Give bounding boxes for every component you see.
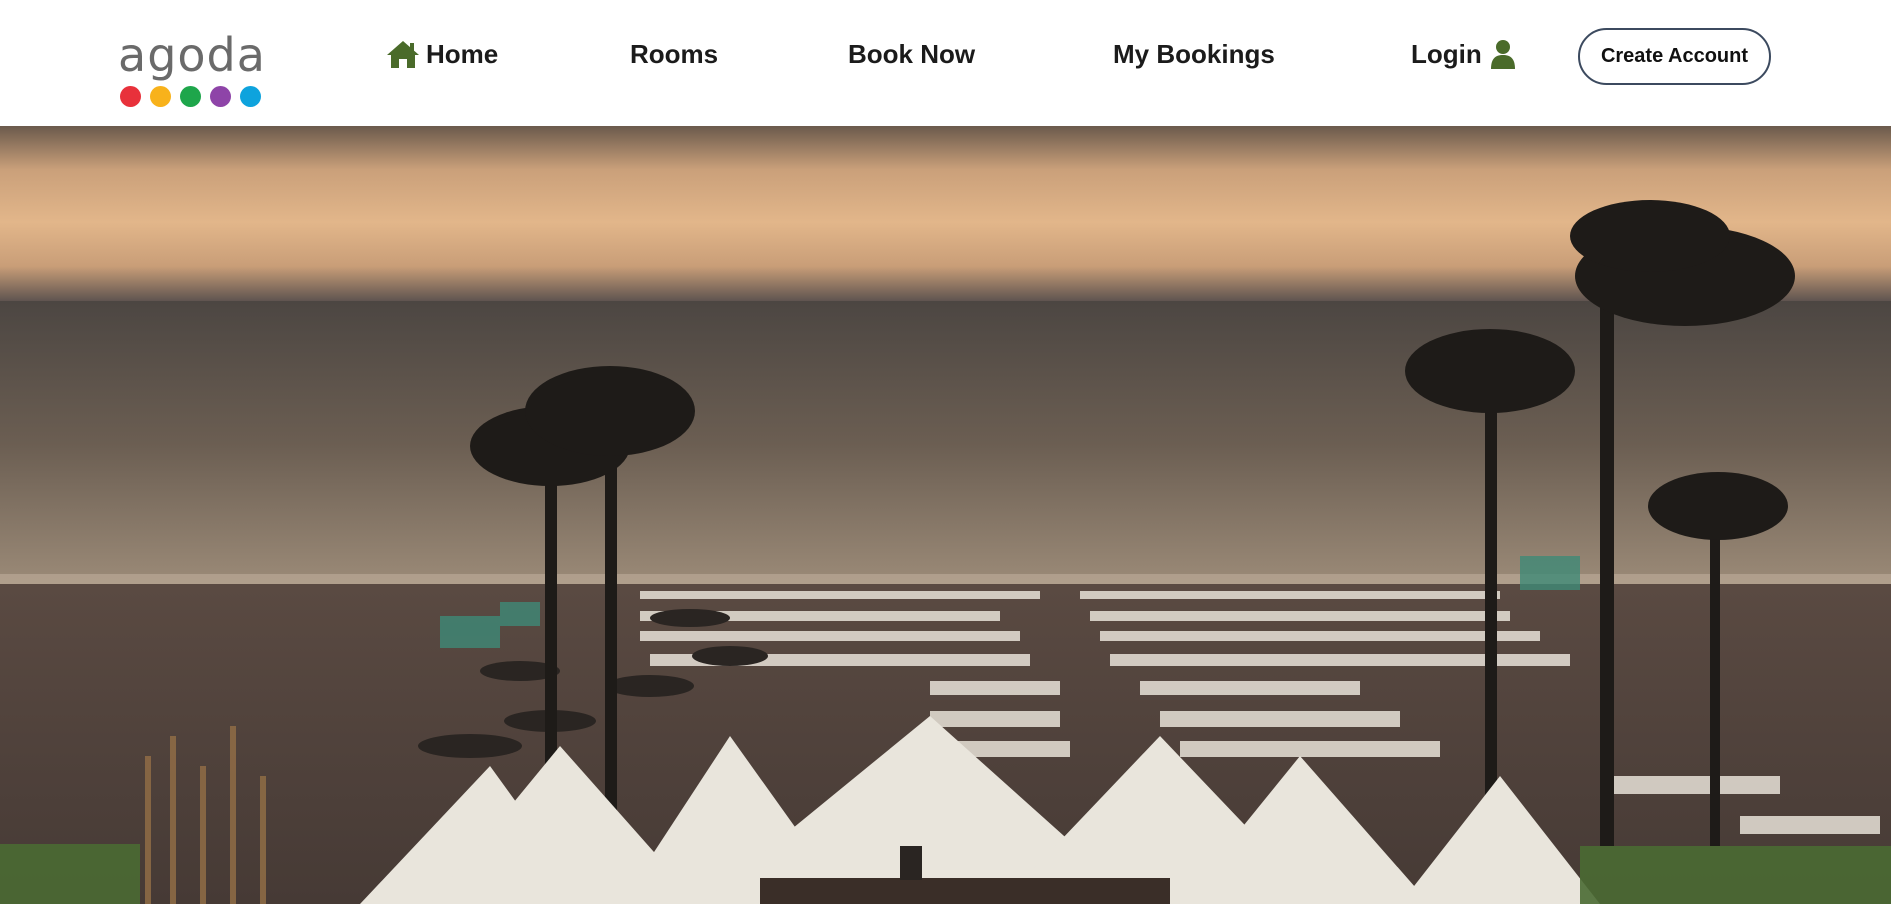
tent-shadow [760,878,1170,904]
tent-chimney [900,846,922,880]
nav-rooms-label: Rooms [630,38,719,69]
nav-rooms-link[interactable]: Rooms [630,36,718,72]
create-account-button[interactable]: Create Account [1578,28,1771,85]
user-icon [1490,39,1516,69]
logo-dot-yellow [150,86,171,107]
nav-my-bookings-link[interactable]: My Bookings [1113,36,1275,72]
logo-dot-blue [240,86,261,107]
top-navbar: agoda Home Rooms Book Now My Bookings Lo… [0,0,1891,126]
nav-home-link[interactable]: Home [386,36,498,72]
home-icon [386,39,420,69]
logo-text: agoda [118,28,266,82]
nav-book-now-label: Book Now [848,38,976,69]
agoda-logo[interactable]: agoda [118,30,268,110]
nav-my-bookings-label: My Bookings [1113,38,1275,69]
logo-dot-purple [210,86,231,107]
hero-image [0,126,1891,904]
nav-book-now-link[interactable]: Book Now [848,36,975,72]
logo-dots [120,86,261,107]
nav-login-label: Login [1411,38,1482,69]
nav-home-label: Home [426,38,499,69]
logo-dot-red [120,86,141,107]
logo-dot-green [180,86,201,107]
nav-login-link[interactable]: Login [1411,36,1516,72]
